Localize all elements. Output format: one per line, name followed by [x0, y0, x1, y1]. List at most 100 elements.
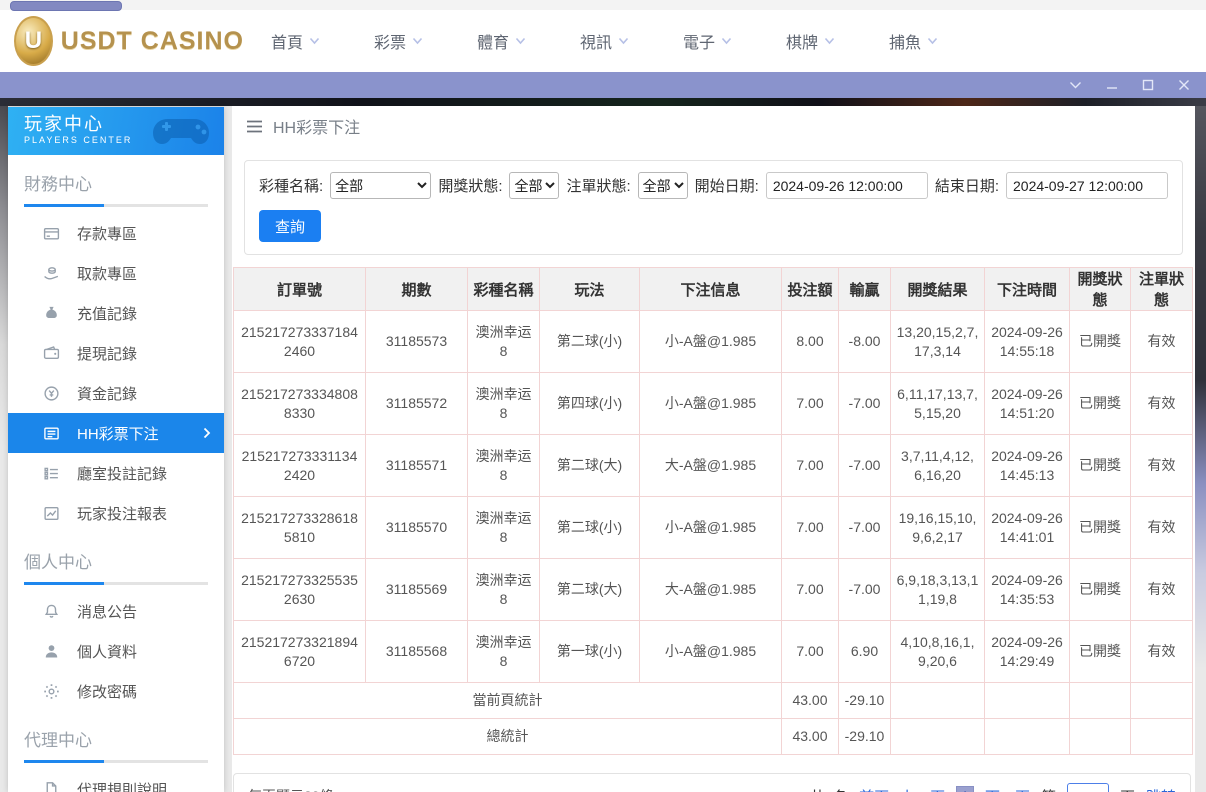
chevron-down-icon — [721, 32, 732, 50]
money-bag-icon — [42, 304, 60, 322]
cell-order: 2152172733371842460 — [233, 310, 366, 373]
nav-item-sports[interactable]: 體育 — [450, 29, 553, 53]
draw-status-select[interactable]: 全部 — [509, 172, 560, 199]
start-date-label: 開始日期: — [694, 178, 759, 195]
filter-row: 彩種名稱: 全部 開獎狀態: 全部 注單狀態: 全部 開始日期: 結束日期: — [259, 172, 1168, 199]
end-date-label: 結束日期: — [934, 178, 999, 195]
cell-period: 31185571 — [365, 434, 468, 497]
cell-result: 13,20,15,2,7,17,3,14 — [890, 310, 985, 373]
next-page-link[interactable]: 下一页 — [985, 786, 1030, 792]
nav-item-board-games[interactable]: 棋牌 — [759, 29, 862, 53]
table-row: 2152172733286185810 31185570 澳洲幸运8 第二球(小) 小-… — [233, 496, 1193, 559]
collapse-button[interactable] — [1069, 81, 1082, 90]
empty-cell — [890, 682, 985, 719]
jump-prefix-label: 第 — [1041, 786, 1056, 792]
first-page-link[interactable]: 首页 — [859, 786, 889, 792]
clipboard-list-icon — [42, 464, 60, 482]
cell-result: 6,11,17,13,7,5,15,20 — [890, 372, 985, 435]
right-gutter — [1195, 106, 1206, 792]
sidebar-item-withdrawal-record[interactable]: 提現記錄 — [8, 333, 224, 373]
column-header: 玩法 — [539, 267, 640, 311]
sidebar: 玩家中心 PLAYERS CENTER 財務中心 存款專區 取款專區 充值記錄 提現記錄… — [8, 107, 224, 792]
cell-draw_status: 已開獎 — [1069, 620, 1131, 683]
sidebar-item-change-password[interactable]: 修改密碼 — [8, 671, 224, 711]
brand-logo[interactable]: U USDT CASINO — [14, 16, 244, 66]
cell-info: 大-A盤@1.985 — [639, 558, 782, 621]
column-header: 開獎結果 — [890, 267, 985, 311]
nav-item-fishing[interactable]: 捕魚 — [862, 29, 965, 53]
cell-time: 2024-09-26 14:55:18 — [984, 310, 1070, 373]
page-title: HH彩票下注 — [273, 120, 361, 137]
current-page[interactable]: 1 — [956, 785, 974, 792]
sidebar-item-recharge-record[interactable]: 充值記錄 — [8, 293, 224, 333]
menu-icon[interactable] — [246, 120, 263, 133]
nav-item-home[interactable]: 首頁 — [244, 29, 347, 53]
cell-time: 2024-09-26 14:51:20 — [984, 372, 1070, 435]
sidebar-item-hh-lottery-bets[interactable]: HH彩票下注 — [8, 413, 224, 453]
table-row: 2152172733218946720 31185568 澳洲幸运8 第一球(小) 小-… — [233, 620, 1193, 683]
order-status-select[interactable]: 全部 — [637, 172, 688, 199]
report-chart-icon — [42, 504, 60, 522]
cell-play: 第二球(大) — [539, 434, 640, 497]
cell-info: 大-A盤@1.985 — [639, 434, 782, 497]
lottery-select[interactable]: 全部 — [330, 172, 432, 199]
sidebar-item-profile[interactable]: 個人資料 — [8, 631, 224, 671]
chevron-down-icon — [927, 32, 938, 50]
sidebar-item-player-bet-report[interactable]: 玩家投注報表 — [8, 493, 224, 533]
browser-tab[interactable] — [10, 1, 122, 11]
page-jump-input[interactable] — [1066, 783, 1109, 792]
usdt-coin-logo-icon: U — [14, 16, 53, 66]
prev-page-link[interactable]: 上一页 — [900, 786, 945, 792]
coin-icon — [42, 384, 60, 402]
query-button[interactable]: 查詢 — [259, 210, 321, 242]
nav-item-lottery[interactable]: 彩票 — [347, 29, 450, 53]
sidebar-item-label: 消息公告 — [77, 603, 138, 621]
cell-order_status: 有效 — [1130, 434, 1193, 497]
sidebar-item-label: 廳室投註記錄 — [77, 465, 168, 483]
nav-item-label: 體育 — [476, 35, 509, 52]
banner-strip — [0, 98, 1206, 106]
cell-play: 第四球(小) — [539, 372, 640, 435]
person-icon — [42, 642, 60, 660]
sidebar-item-deposit[interactable]: 存款專區 — [8, 213, 224, 253]
nav-item-slots[interactable]: 電子 — [656, 29, 759, 53]
column-header: 輸贏 — [838, 267, 891, 311]
start-date-input[interactable] — [765, 172, 928, 199]
hand-coins-icon — [42, 264, 60, 282]
sidebar-item-label: 代理規則說明 — [77, 781, 168, 792]
jump-link[interactable]: 跳转 — [1146, 786, 1176, 792]
sidebar-item-withdraw[interactable]: 取款專區 — [8, 253, 224, 293]
cell-lottery: 澳洲幸运8 — [467, 434, 540, 497]
nav-item-label: 首頁 — [270, 35, 303, 52]
cell-lottery: 澳洲幸运8 — [467, 620, 540, 683]
chevron-down-icon — [515, 32, 526, 50]
cell-result: 3,7,11,4,12,6,16,20 — [890, 434, 985, 497]
sidebar-section-title: 個人中心 — [24, 553, 92, 572]
sidebar-item-room-bet-record[interactable]: 廳室投註記錄 — [8, 453, 224, 493]
table-row: 2152172733371842460 31185573 澳洲幸运8 第二球(小) 小-… — [233, 310, 1193, 373]
cell-winloss: -7.00 — [838, 558, 891, 621]
column-header: 下注信息 — [639, 267, 782, 311]
minimize-button[interactable] — [1106, 79, 1118, 91]
sidebar-item-agent-rules[interactable]: 代理規則說明 — [8, 769, 224, 792]
order-status-filter-label: 注單狀態: — [566, 178, 631, 195]
app-window: U USDT CASINO 首頁 彩票 體育 視訊 電子 棋牌 捕魚 玩家中心 PLAYER… — [0, 0, 1206, 792]
cell-amount: 7.00 — [781, 372, 839, 435]
sidebar-item-announcements[interactable]: 消息公告 — [8, 591, 224, 631]
cell-winloss: 6.90 — [838, 620, 891, 683]
cell-winloss: -7.00 — [838, 434, 891, 497]
sidebar-item-label: 資金記錄 — [77, 385, 138, 403]
nav-item-label: 電子 — [682, 35, 715, 52]
end-date-input[interactable] — [1006, 172, 1168, 199]
maximize-button[interactable] — [1142, 79, 1154, 91]
empty-cell — [984, 718, 1070, 755]
cell-info: 小-A盤@1.985 — [639, 310, 782, 373]
draw-status-filter-label: 開獎狀態: — [438, 178, 503, 195]
cell-order: 2152172733255352630 — [233, 558, 366, 621]
empty-cell — [1069, 682, 1131, 719]
cell-winloss: -8.00 — [838, 310, 891, 373]
sidebar-sections: 財務中心 存款專區 取款專區 充值記錄 提現記錄 資金記錄 HH彩票下注 廳室投註記錄 玩家投注… — [8, 170, 224, 792]
close-button[interactable] — [1178, 79, 1190, 91]
nav-item-video[interactable]: 視訊 — [553, 29, 656, 53]
sidebar-item-funds-record[interactable]: 資金記錄 — [8, 373, 224, 413]
